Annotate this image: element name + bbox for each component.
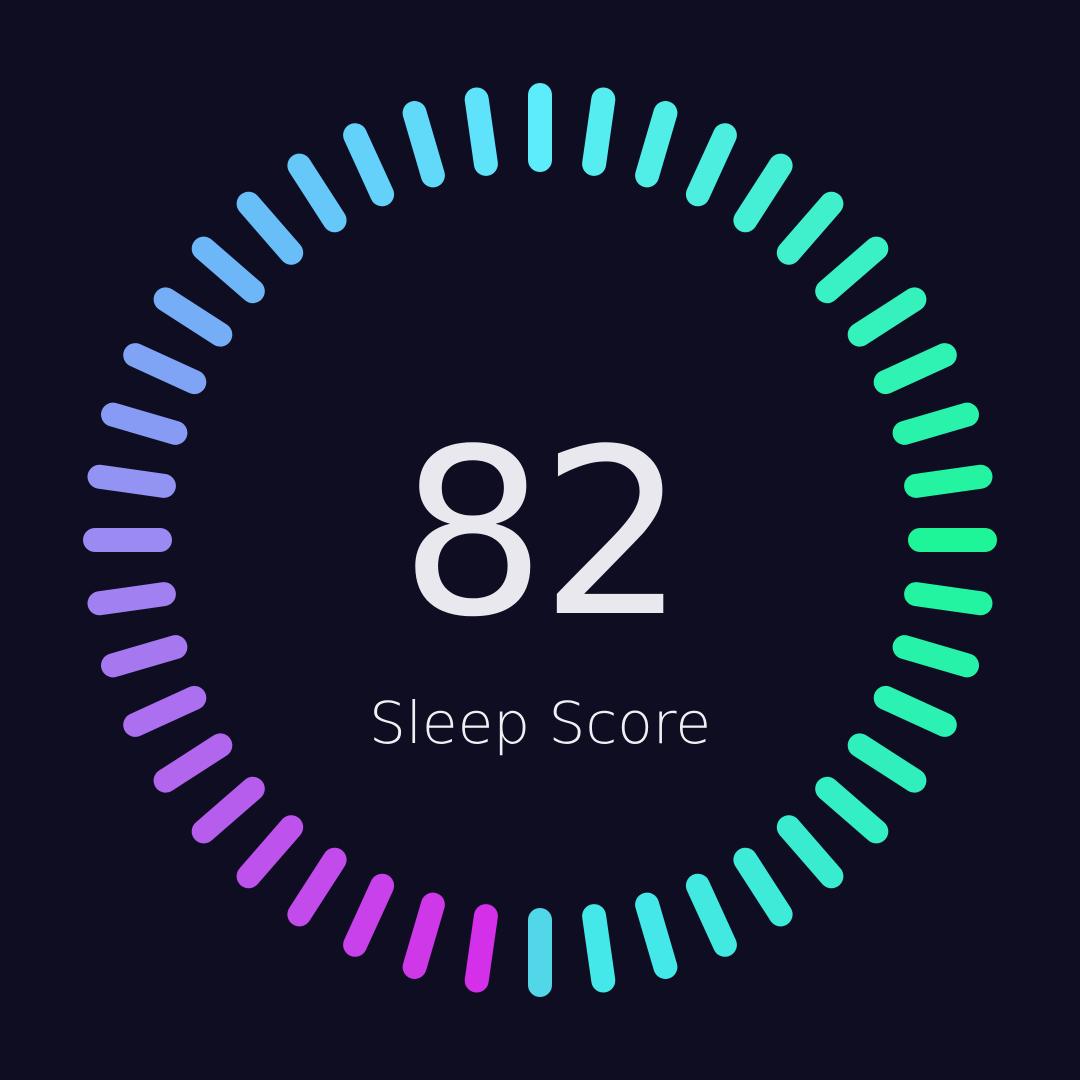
sleep-score-screen: 82 Sleep Score (0, 0, 1080, 1080)
gauge-tick (464, 904, 498, 993)
gauge-tick (123, 343, 207, 395)
gauge-tick (402, 101, 445, 188)
gauge-tick (873, 343, 957, 395)
score-value: 82 (399, 401, 687, 668)
gauge-tick (582, 87, 616, 176)
gauge-tick (402, 892, 445, 979)
gauge-tick (191, 236, 265, 304)
gauge-tick (815, 776, 889, 844)
gauge-tick (776, 815, 844, 889)
gauge-tick (287, 153, 347, 233)
gauge-tick (685, 123, 737, 207)
gauge-tick (776, 191, 844, 265)
gauge-tick (815, 236, 889, 304)
gauge-tick (236, 815, 304, 889)
gauge-tick (236, 191, 304, 265)
gauge-tick (191, 776, 265, 844)
gauge-tick (153, 287, 233, 347)
gauge-tick (635, 892, 678, 979)
gauge-tick (343, 123, 395, 207)
gauge-tick (685, 873, 737, 957)
gauge-tick (635, 101, 678, 188)
gauge-tick (847, 287, 927, 347)
gauge-tick (464, 87, 498, 176)
score-label: Sleep Score (369, 689, 711, 757)
gauge-tick (287, 847, 347, 927)
gauge-tick (582, 904, 616, 993)
gauge-tick (343, 873, 395, 957)
gauge-tick (733, 153, 793, 233)
gauge-tick (733, 847, 793, 927)
